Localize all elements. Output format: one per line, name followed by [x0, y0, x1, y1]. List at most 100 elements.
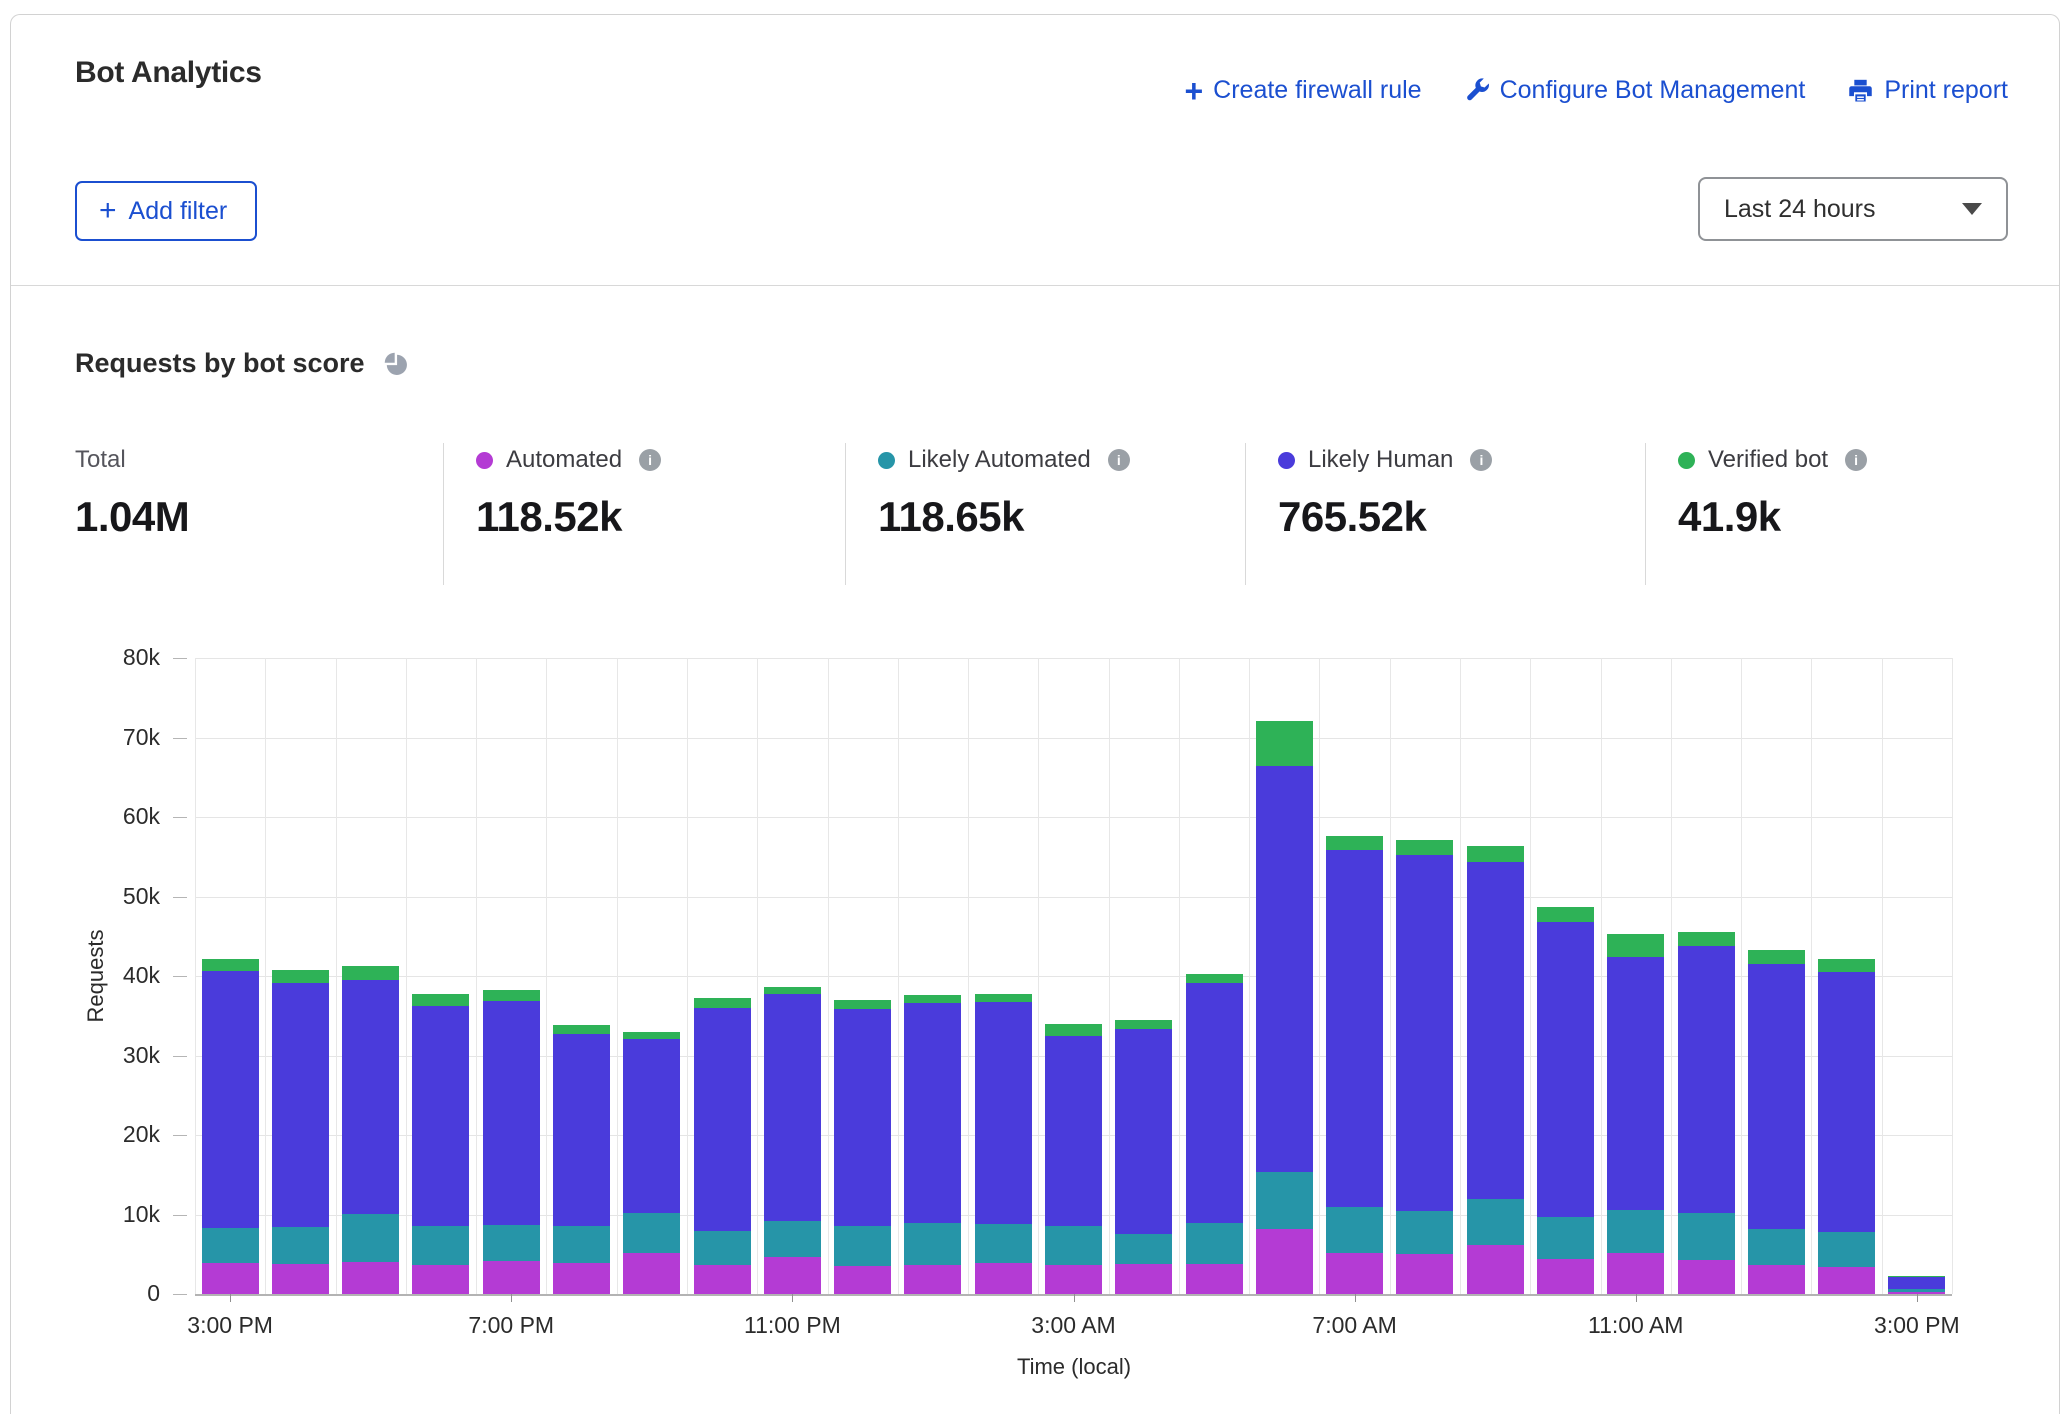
info-icon[interactable]: i [1108, 449, 1130, 471]
chart-bar-8-00-AM-17[interactable] [1396, 658, 1453, 1294]
likely-human-legend-dot [1278, 452, 1295, 469]
pie-chart-icon [383, 351, 409, 377]
segment-automated [202, 1263, 259, 1294]
segment-likely-human [1115, 1029, 1172, 1233]
gridline-v [1530, 658, 1531, 1294]
segment-automated [342, 1262, 399, 1294]
segment-automated [834, 1266, 891, 1294]
stat-automated-label: Automated [506, 446, 622, 474]
chevron-down-icon [1962, 203, 1982, 215]
print-report-link[interactable]: Print report [1847, 76, 2008, 105]
segment-likely-human [1748, 964, 1805, 1229]
info-icon[interactable]: i [1845, 449, 1867, 471]
segment-likely-human [412, 1006, 469, 1226]
chart-bar-9-00-PM-6[interactable] [623, 658, 680, 1294]
segment-verified-bot [553, 1025, 610, 1034]
chart-bar-3-00-PM-0[interactable] [202, 658, 259, 1294]
y-tick-label: 80k [40, 644, 160, 671]
stats-row: Total 1.04M Automated i 118.52k Likely A… [75, 443, 1867, 585]
gridline-v [336, 658, 337, 1294]
segment-likely-human [694, 1008, 751, 1231]
stat-likely-automated: Likely Automated i 118.65k [845, 443, 1245, 585]
header-divider [11, 285, 2059, 286]
chart-bar-2-00-AM-11[interactable] [975, 658, 1032, 1294]
segment-likely-automated [342, 1214, 399, 1262]
segment-verified-bot [1818, 959, 1875, 973]
chart-bar-9-00-AM-18[interactable] [1467, 658, 1524, 1294]
segment-likely-human [1888, 1277, 1945, 1290]
segment-verified-bot [483, 990, 540, 1001]
chart-bar-3-00-PM-24[interactable] [1888, 658, 1945, 1294]
x-tick [1917, 1294, 1918, 1302]
header-actions: + Create firewall rule Configure Bot Man… [1184, 76, 2008, 105]
segment-likely-automated [1607, 1210, 1664, 1253]
segment-likely-automated [412, 1226, 469, 1264]
segment-verified-bot [1326, 836, 1383, 850]
page-title: Bot Analytics [75, 56, 262, 90]
segment-verified-bot [1045, 1024, 1102, 1036]
chart-bar-1-00-AM-10[interactable] [904, 658, 961, 1294]
chart-bar-5-00-PM-2[interactable] [342, 658, 399, 1294]
y-tick [173, 976, 187, 977]
segment-verified-bot [1607, 934, 1664, 957]
y-tick-label: 10k [40, 1201, 160, 1228]
verified-bot-legend-dot [1678, 452, 1695, 469]
gridline-v [1460, 658, 1461, 1294]
segment-automated [623, 1253, 680, 1294]
gridline-v [687, 658, 688, 1294]
segment-verified-bot [342, 966, 399, 980]
segment-likely-human [904, 1003, 961, 1223]
gridline-v [1179, 658, 1180, 1294]
chart-bar-1-00-PM-22[interactable] [1748, 658, 1805, 1294]
segment-verified-bot [975, 994, 1032, 1003]
chart-bar-10-00-PM-7[interactable] [694, 658, 751, 1294]
gridline-v [1390, 658, 1391, 1294]
chart-bar-12-00-PM-21[interactable] [1678, 658, 1735, 1294]
info-icon[interactable]: i [1470, 449, 1492, 471]
gridline-v [546, 658, 547, 1294]
chart-bar-3-00-AM-12[interactable] [1045, 658, 1102, 1294]
segment-automated [272, 1264, 329, 1294]
segment-automated [1537, 1259, 1594, 1294]
chart-bar-7-00-AM-16[interactable] [1326, 658, 1383, 1294]
segment-likely-automated [623, 1213, 680, 1253]
segment-likely-automated [1256, 1172, 1313, 1228]
create-firewall-rule-link[interactable]: + Create firewall rule [1184, 76, 1421, 105]
segment-verified-bot [1467, 846, 1524, 861]
info-icon[interactable]: i [639, 449, 661, 471]
chart-bar-4-00-AM-13[interactable] [1115, 658, 1172, 1294]
chart-bar-5-00-AM-14[interactable] [1186, 658, 1243, 1294]
chart-bar-12-00-AM-9[interactable] [834, 658, 891, 1294]
gridline-v [1601, 658, 1602, 1294]
chart-bar-6-00-PM-3[interactable] [412, 658, 469, 1294]
configure-bot-management-label: Configure Bot Management [1500, 76, 1806, 105]
chart-bar-2-00-PM-23[interactable] [1818, 658, 1875, 1294]
segment-likely-automated [553, 1226, 610, 1263]
chart-bar-8-00-PM-5[interactable] [553, 658, 610, 1294]
y-tick-label: 50k [40, 883, 160, 910]
automated-legend-dot [476, 452, 493, 469]
x-tick-label: 7:00 AM [1312, 1312, 1396, 1339]
chart-bar-11-00-AM-20[interactable] [1607, 658, 1664, 1294]
chart-bar-7-00-PM-4[interactable] [483, 658, 540, 1294]
segment-likely-human [483, 1001, 540, 1224]
segment-verified-bot [1186, 974, 1243, 984]
chart-bar-11-00-PM-8[interactable] [764, 658, 821, 1294]
add-filter-button[interactable]: + Add filter [75, 181, 257, 241]
time-range-value: Last 24 hours [1724, 195, 1876, 224]
stat-verified-bot-label: Verified bot [1708, 446, 1828, 474]
segment-verified-bot [1256, 721, 1313, 766]
requests-by-bot-score-chart [195, 658, 1952, 1294]
segment-verified-bot [1537, 907, 1594, 922]
segment-automated [1818, 1267, 1875, 1294]
chart-bar-4-00-PM-1[interactable] [272, 658, 329, 1294]
chart-bar-6-00-AM-15[interactable] [1256, 658, 1313, 1294]
segment-likely-human [1256, 766, 1313, 1172]
stat-verified-bot-value: 41.9k [1678, 493, 1867, 541]
x-tick [792, 1294, 793, 1302]
chart-bar-10-00-AM-19[interactable] [1537, 658, 1594, 1294]
time-range-select[interactable]: Last 24 hours [1698, 177, 2008, 241]
configure-bot-management-link[interactable]: Configure Bot Management [1464, 76, 1806, 105]
segment-likely-human [1607, 957, 1664, 1210]
x-tick-label: 3:00 PM [187, 1312, 273, 1339]
